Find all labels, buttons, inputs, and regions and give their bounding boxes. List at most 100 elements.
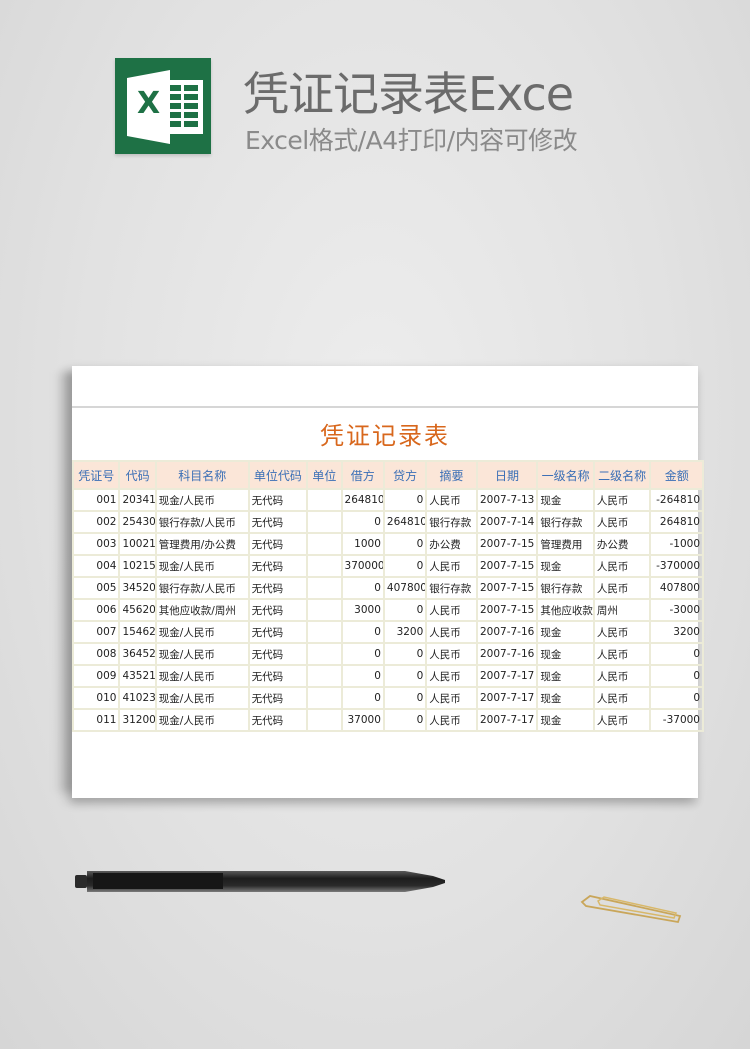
table-cell[interactable]: 2007-7-17 xyxy=(475,664,539,688)
table-cell[interactable]: 005 xyxy=(71,576,121,600)
table-cell[interactable]: 0 xyxy=(382,664,428,688)
table-cell[interactable]: 0 xyxy=(649,642,704,666)
table-cell[interactable]: 0 xyxy=(649,664,704,688)
table-cell[interactable]: 现金 xyxy=(536,620,595,644)
table-cell[interactable]: 无代码 xyxy=(247,554,309,578)
table-cell[interactable]: 现金 xyxy=(536,664,595,688)
table-cell[interactable]: 周州 xyxy=(592,598,652,622)
table-cell[interactable]: 20341 xyxy=(118,488,157,512)
table-cell[interactable]: 31200 xyxy=(118,708,157,732)
table-cell[interactable]: 现金/人民币 xyxy=(154,620,250,644)
table-cell[interactable]: 2007-7-17 xyxy=(475,686,539,710)
table-cell[interactable]: 0 xyxy=(382,598,428,622)
table-cell[interactable]: 004 xyxy=(71,554,121,578)
table-cell[interactable]: 人民币 xyxy=(425,488,478,512)
table-cell[interactable]: 其他应收款 xyxy=(536,598,595,622)
table-cell[interactable]: 0 xyxy=(649,686,704,710)
table-cell[interactable]: 2007-7-15 xyxy=(475,532,539,556)
table-cell[interactable]: 办公费 xyxy=(425,532,478,556)
table-cell[interactable]: 无代码 xyxy=(247,686,309,710)
table-cell[interactable]: 人民币 xyxy=(592,576,652,600)
table-cell[interactable]: -1000 xyxy=(649,532,704,556)
table-cell[interactable]: 001 xyxy=(71,488,121,512)
table-cell[interactable]: 0 xyxy=(340,686,385,710)
table-cell[interactable]: 0 xyxy=(340,642,385,666)
table-cell[interactable]: 2007-7-15 xyxy=(475,598,539,622)
table-cell[interactable]: 银行存款/人民币 xyxy=(154,510,250,534)
table-cell[interactable]: 009 xyxy=(71,664,121,688)
table-cell[interactable]: 现金/人民币 xyxy=(154,642,250,666)
table-cell[interactable]: 现金 xyxy=(536,488,595,512)
table-cell[interactable] xyxy=(306,488,343,512)
table-cell[interactable]: 现金 xyxy=(536,708,595,732)
table-cell[interactable]: 0 xyxy=(340,510,385,534)
table-cell[interactable]: 3000 xyxy=(340,598,385,622)
table-cell[interactable]: 3200 xyxy=(382,620,428,644)
table-cell[interactable]: 006 xyxy=(71,598,121,622)
table-cell[interactable]: -370000 xyxy=(649,554,704,578)
table-cell[interactable]: 264810 xyxy=(649,510,704,534)
table-cell[interactable]: 现金 xyxy=(536,686,595,710)
table-cell[interactable]: 2007-7-15 xyxy=(475,576,539,600)
table-cell[interactable]: 010 xyxy=(71,686,121,710)
table-cell[interactable]: 人民币 xyxy=(425,620,478,644)
table-cell[interactable]: 现金/人民币 xyxy=(154,686,250,710)
table-cell[interactable] xyxy=(306,576,343,600)
table-cell[interactable]: 银行存款 xyxy=(425,510,478,534)
table-cell[interactable]: 无代码 xyxy=(247,620,309,644)
table-cell[interactable]: 15462 xyxy=(118,620,157,644)
table-cell[interactable]: 2007-7-13 xyxy=(475,488,539,512)
table-cell[interactable]: 无代码 xyxy=(247,510,309,534)
table-cell[interactable]: 407800 xyxy=(382,576,428,600)
table-cell[interactable]: 1000 xyxy=(340,532,385,556)
table-cell[interactable]: 无代码 xyxy=(247,664,309,688)
table-cell[interactable]: 370000 xyxy=(340,554,385,578)
table-cell[interactable]: 无代码 xyxy=(247,642,309,666)
table-cell[interactable]: 现金 xyxy=(536,554,595,578)
table-cell[interactable] xyxy=(306,510,343,534)
table-cell[interactable] xyxy=(306,532,343,556)
table-cell[interactable] xyxy=(306,686,343,710)
table-cell[interactable]: 0 xyxy=(382,532,428,556)
table-cell[interactable]: 人民币 xyxy=(592,488,652,512)
table-cell[interactable] xyxy=(306,554,343,578)
table-cell[interactable]: 银行存款/人民币 xyxy=(154,576,250,600)
table-cell[interactable]: 0 xyxy=(340,576,385,600)
table-cell[interactable]: 现金/人民币 xyxy=(154,488,250,512)
table-cell[interactable]: 银行存款 xyxy=(536,576,595,600)
table-cell[interactable]: 现金 xyxy=(536,642,595,666)
table-cell[interactable]: 264810 xyxy=(340,488,385,512)
table-cell[interactable]: 2007-7-16 xyxy=(475,620,539,644)
table-cell[interactable] xyxy=(306,708,343,732)
table-cell[interactable]: 002 xyxy=(71,510,121,534)
table-cell[interactable]: 人民币 xyxy=(592,554,652,578)
table-cell[interactable]: 无代码 xyxy=(247,532,309,556)
table-cell[interactable]: 43521 xyxy=(118,664,157,688)
table-cell[interactable]: 人民币 xyxy=(592,708,652,732)
table-cell[interactable]: 人民币 xyxy=(425,708,478,732)
table-cell[interactable]: 34520 xyxy=(118,576,157,600)
table-cell[interactable]: 人民币 xyxy=(425,598,478,622)
table-cell[interactable]: 008 xyxy=(71,642,121,666)
table-cell[interactable]: 407800 xyxy=(649,576,704,600)
table-cell[interactable]: 41023 xyxy=(118,686,157,710)
table-cell[interactable]: 2007-7-17 xyxy=(475,708,539,732)
table-cell[interactable]: 0 xyxy=(382,488,428,512)
table-cell[interactable]: 0 xyxy=(340,664,385,688)
table-cell[interactable]: 10021 xyxy=(118,532,157,556)
table-cell[interactable]: 人民币 xyxy=(425,686,478,710)
table-cell[interactable] xyxy=(306,664,343,688)
table-cell[interactable]: 现金/人民币 xyxy=(154,664,250,688)
table-cell[interactable]: 10215 xyxy=(118,554,157,578)
table-cell[interactable]: 36452 xyxy=(118,642,157,666)
table-cell[interactable]: 现金/人民币 xyxy=(154,708,250,732)
table-cell[interactable]: 264810 xyxy=(382,510,428,534)
table-cell[interactable]: 管理费用/办公费 xyxy=(154,532,250,556)
table-cell[interactable]: -3000 xyxy=(649,598,704,622)
table-cell[interactable] xyxy=(306,598,343,622)
table-cell[interactable]: 0 xyxy=(382,642,428,666)
table-cell[interactable]: 人民币 xyxy=(592,642,652,666)
table-cell[interactable]: 人民币 xyxy=(592,664,652,688)
table-cell[interactable]: 45620 xyxy=(118,598,157,622)
table-cell[interactable]: 人民币 xyxy=(425,554,478,578)
